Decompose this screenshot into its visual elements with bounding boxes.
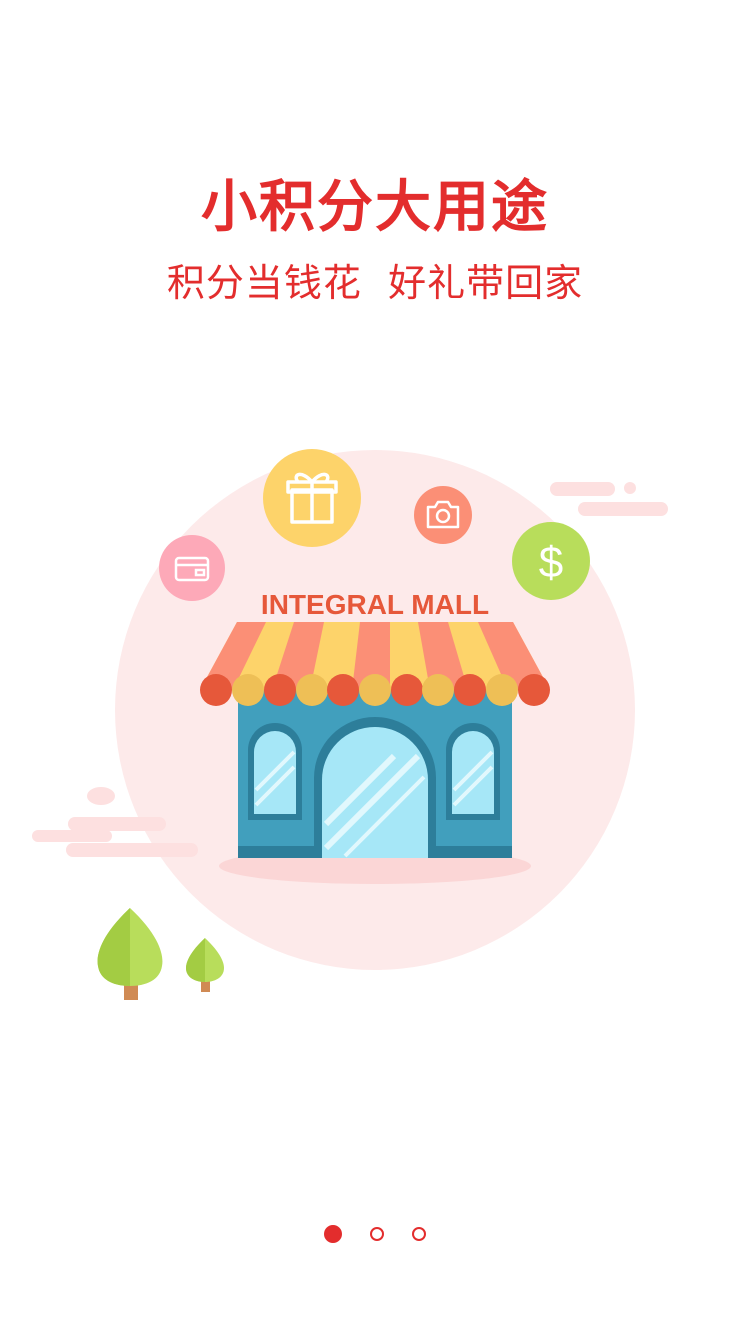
wallet-icon	[159, 535, 225, 601]
gift-icon	[263, 449, 361, 547]
tree-small	[186, 938, 224, 992]
store-sign: INTEGRAL MALL	[261, 589, 489, 620]
cloud-right	[550, 482, 668, 516]
awning	[200, 622, 550, 706]
camera-icon	[414, 486, 472, 544]
page-dot-2[interactable]	[370, 1227, 384, 1241]
page-indicator	[0, 1225, 750, 1245]
page-dot-3[interactable]	[412, 1227, 426, 1241]
store	[238, 690, 512, 858]
integral-mall-illustration: INTEGRAL MALL $	[32, 449, 668, 1000]
tree-large	[97, 908, 163, 1000]
page-dot-1[interactable]	[324, 1225, 342, 1243]
dollar-icon: $	[512, 522, 590, 600]
dollar-symbol: $	[539, 538, 563, 587]
